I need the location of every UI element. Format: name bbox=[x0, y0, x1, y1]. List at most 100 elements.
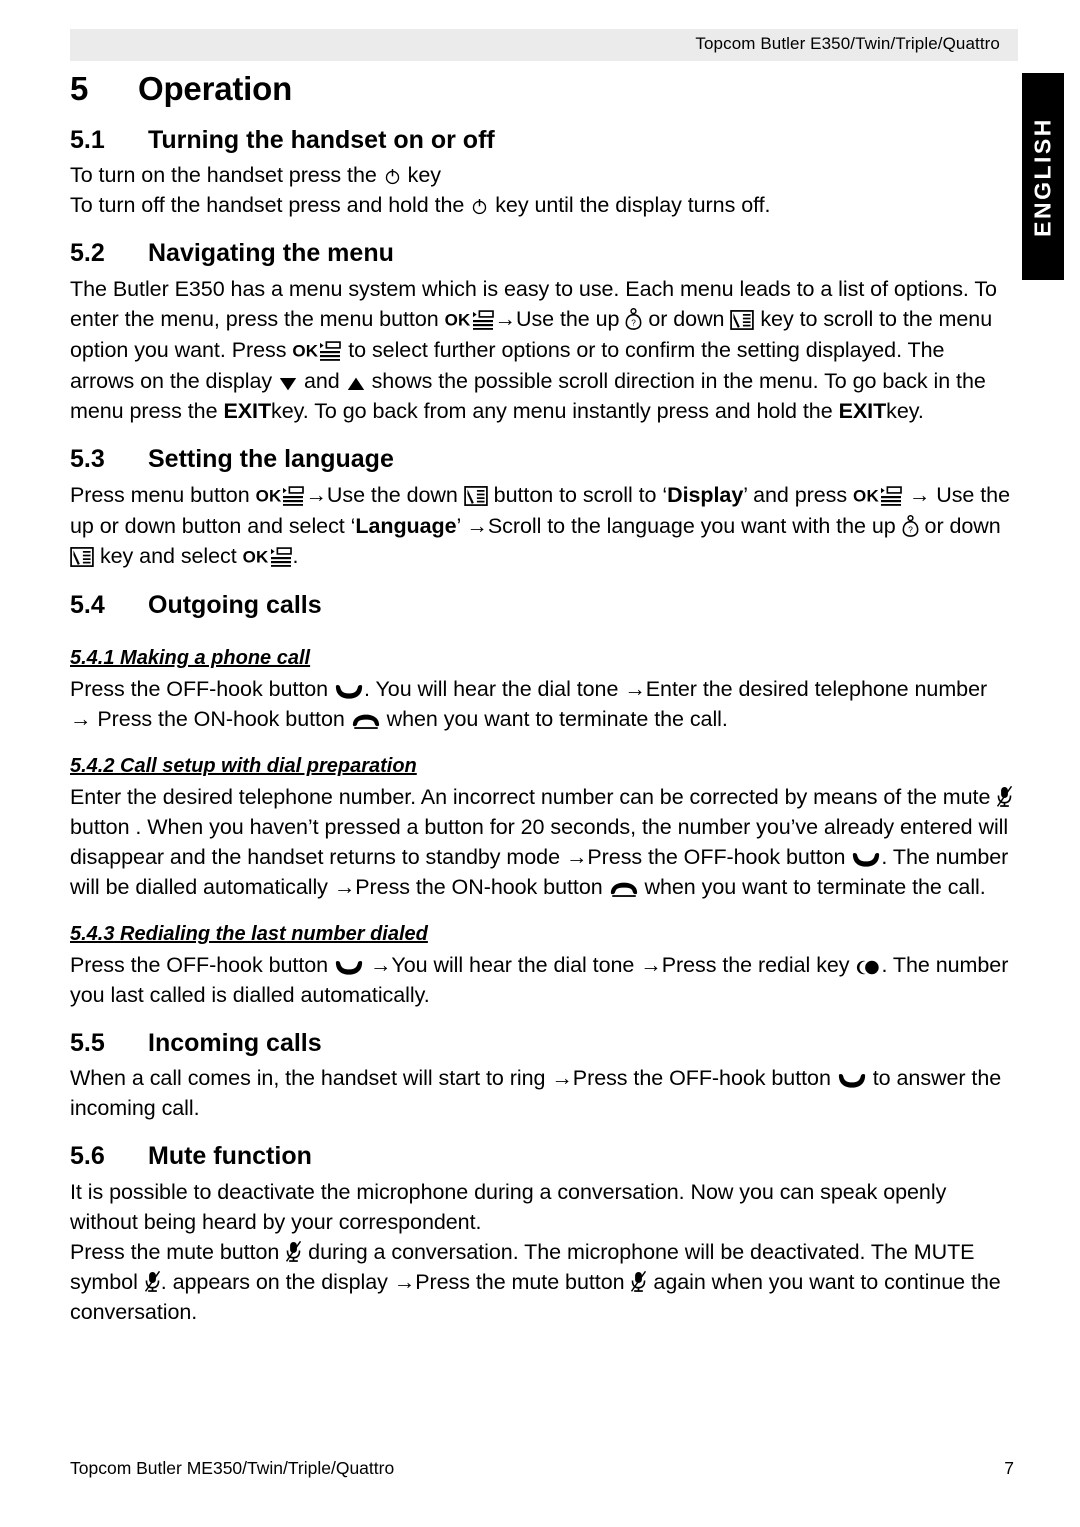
list-down-icon bbox=[463, 485, 488, 506]
subsection-title-5-4-3: Redialing the last number dialed bbox=[120, 922, 428, 945]
paragraph-5-4-2: Enter the desired telephone number. An i… bbox=[70, 782, 1014, 902]
phonebook-up-icon: ? bbox=[625, 307, 642, 330]
header-title: Topcom Butler E350/Twin/Triple/Quattro bbox=[695, 34, 1000, 53]
text-5-5-1: When a call comes in, the handset will s… bbox=[70, 1066, 546, 1091]
mute-microphone-icon bbox=[996, 785, 1013, 808]
section-title-5-5: Incoming calls bbox=[148, 1028, 322, 1057]
subsection-title-5-4-2: Call setup with dial preparation bbox=[120, 754, 417, 777]
language-side-tab-label: ENGLISH bbox=[1029, 116, 1056, 237]
subsection-heading-5-4-3: 5.4.3 Redialing the last number dialed bbox=[70, 922, 428, 946]
on-hook-handset-icon bbox=[609, 881, 639, 898]
subsection-title-5-4-1: Making a phone call bbox=[120, 646, 311, 669]
arrow-right-icon: → bbox=[70, 706, 92, 731]
text-5-4-2-5: Press the ON-hook button bbox=[355, 874, 603, 899]
section-heading-5-4: 5.4 Outgoing calls bbox=[70, 592, 1014, 620]
off-hook-handset-icon bbox=[837, 1073, 867, 1089]
text-5-2-3: or down bbox=[648, 306, 725, 331]
subsection-heading-5-4-1: 5.4.1 Making a phone call bbox=[70, 646, 310, 670]
text-5-3-8: or down bbox=[924, 514, 1001, 539]
svg-text:?: ? bbox=[908, 526, 913, 535]
text-5-3-7: Scroll to the language you want with the… bbox=[487, 514, 896, 539]
ok-label: OK bbox=[242, 547, 269, 567]
text-5-4-1-2: . You will hear the dial tone bbox=[364, 676, 619, 701]
chapter-title: Operation bbox=[138, 70, 293, 107]
text-5-3-3: button to scroll to ‘ bbox=[493, 482, 668, 507]
section-number-5-3: 5.3 bbox=[70, 445, 105, 474]
section-title-5-3: Setting the language bbox=[148, 445, 394, 474]
text-5-4-2-1: Enter the desired telephone number. An i… bbox=[70, 784, 991, 809]
text-5-3-10: . bbox=[292, 544, 299, 569]
document-content: 5 Operation 5.1 Turning the handset on or … bbox=[70, 70, 1014, 1327]
text-5-4-3-1: Press the OFF-hook button bbox=[70, 952, 329, 977]
off-hook-handset-icon bbox=[334, 960, 364, 976]
section-title-5-2: Navigating the menu bbox=[148, 239, 394, 268]
section-number-5-4: 5.4 bbox=[70, 591, 105, 620]
page-title: 5 Operation bbox=[70, 70, 1014, 107]
paragraph-5-6-intro: It is possible to deactivate the microph… bbox=[70, 1177, 1014, 1237]
text-5-6-2: Press the mute button bbox=[70, 1239, 280, 1264]
menu-list-icon bbox=[281, 485, 305, 506]
text-5-6-5: Press the mute button bbox=[415, 1269, 625, 1294]
paragraph-5-1-line-2: To turn off the handset press and hold t… bbox=[70, 190, 1014, 220]
arrow-right-icon: → bbox=[624, 676, 646, 701]
text-5-4-3-3: Press the redial key bbox=[661, 952, 850, 977]
text-5-4-3-2: You will hear the dial tone bbox=[391, 952, 635, 977]
ok-label: OK bbox=[255, 486, 282, 506]
section-heading-5-6: 5.6 Mute function bbox=[70, 1143, 1014, 1171]
menu-list-icon bbox=[318, 341, 342, 361]
phonebook-up-icon: ? bbox=[902, 514, 919, 537]
text-5-3-4: ’ and press bbox=[743, 482, 848, 507]
off-hook-handset-icon bbox=[334, 684, 364, 700]
section-heading-5-1: 5.1 Turning the handset on or off bbox=[70, 125, 1014, 155]
text-5-6-4: . appears on the display bbox=[160, 1269, 388, 1294]
paragraph-5-6-body: Press the mute button during a conversat… bbox=[70, 1237, 1014, 1327]
paragraph-5-5: When a call comes in, the handset will s… bbox=[70, 1063, 1014, 1123]
scroll-up-arrow-icon bbox=[346, 376, 366, 392]
text-5-2-9: key. bbox=[886, 399, 924, 424]
arrow-right-icon: → bbox=[305, 482, 327, 507]
list-down-icon bbox=[70, 547, 94, 567]
arrow-right-icon: → bbox=[369, 952, 392, 977]
text-5-3-9: key and select bbox=[99, 544, 237, 569]
redial-key-icon bbox=[855, 959, 881, 976]
text-5-4-2-6: when you want to terminate the call. bbox=[644, 874, 986, 899]
section-number-5-6: 5.6 bbox=[70, 1142, 105, 1171]
arrow-right-icon: → bbox=[393, 1269, 416, 1294]
paragraph-5-4-3: Press the OFF-hook button →You will hear… bbox=[70, 950, 1014, 1010]
ok-label: OK bbox=[853, 486, 879, 506]
text-5-1-b: key bbox=[407, 163, 441, 188]
paragraph-5-2: The Butler E350 has a menu system which … bbox=[70, 274, 1014, 427]
ok-label: OK bbox=[444, 309, 471, 329]
arrow-right-icon: → bbox=[565, 844, 588, 869]
page-header-band: Topcom Butler E350/Twin/Triple/Quattro bbox=[70, 29, 1018, 61]
text-5-3-1: Press menu button bbox=[70, 482, 250, 507]
mute-microphone-icon bbox=[285, 1240, 302, 1263]
arrow-right-icon: → bbox=[551, 1066, 573, 1091]
text-5-4-1-3: Enter the desired telephone number bbox=[645, 676, 988, 701]
section-heading-5-3: 5.3 Setting the language bbox=[70, 446, 1014, 474]
chapter-number: 5 bbox=[70, 70, 89, 107]
text-5-6-1: It is possible to deactivate the microph… bbox=[70, 1179, 947, 1234]
power-key-icon bbox=[383, 167, 402, 186]
svg-text:?: ? bbox=[632, 318, 637, 327]
section-number-5-1: 5.1 bbox=[70, 125, 105, 154]
subsection-number-5-4-1: 5.4.1 bbox=[70, 646, 115, 669]
menu-item-language: Language bbox=[355, 514, 457, 539]
section-title-5-4: Outgoing calls bbox=[148, 591, 322, 620]
text-5-1-c: To turn off the handset press and hold t… bbox=[70, 193, 465, 218]
on-hook-handset-icon bbox=[351, 713, 381, 730]
section-heading-5-2: 5.2 Navigating the menu bbox=[70, 239, 1014, 268]
text-5-5-2: Press the OFF-hook button bbox=[572, 1066, 831, 1091]
arrow-right-icon: → bbox=[908, 482, 931, 507]
text-5-4-1-1: Press the OFF-hook button bbox=[70, 676, 329, 701]
section-number-5-2: 5.2 bbox=[70, 239, 105, 268]
menu-list-icon bbox=[269, 547, 293, 567]
text-5-4-2-3: Press the OFF-hook button bbox=[587, 844, 846, 869]
list-down-icon bbox=[730, 309, 755, 330]
mute-microphone-icon bbox=[144, 1270, 161, 1293]
paragraph-5-4-1: Press the OFF-hook button . You will hea… bbox=[70, 674, 1014, 734]
text-5-2-6: and bbox=[303, 369, 340, 394]
section-title-5-1: Turning the handset on or off bbox=[148, 125, 495, 154]
mute-microphone-icon bbox=[630, 1270, 647, 1293]
text-5-1-d: key until the display turns off. bbox=[495, 193, 771, 218]
